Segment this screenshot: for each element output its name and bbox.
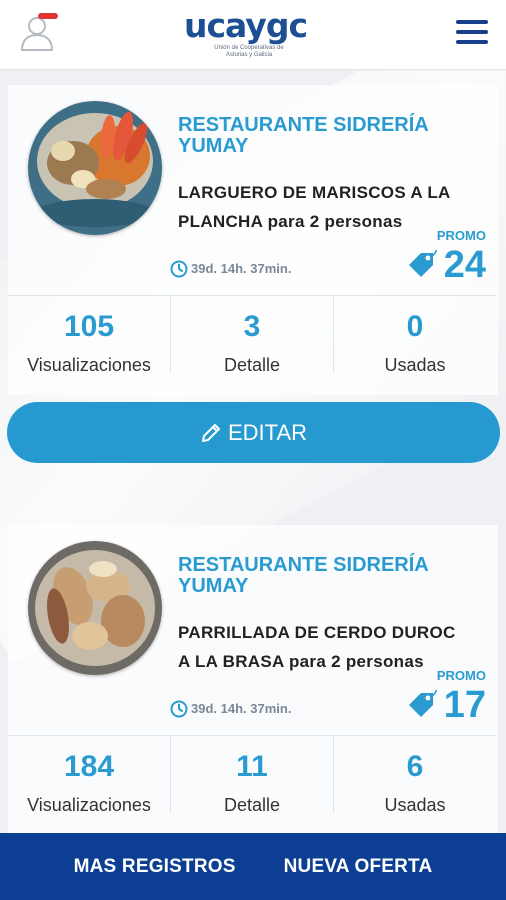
edit-button-label: EDITAR <box>227 419 308 445</box>
notification-badge <box>38 13 58 19</box>
restaurant-name: RESTAURANTE SIDRERÍA YUMAY <box>178 114 429 157</box>
stat-detail: 3 Detalle <box>171 296 334 375</box>
dish-image-seafood <box>28 101 162 235</box>
stat-value: 11 <box>236 750 268 783</box>
stat-label: Detalle <box>223 795 281 815</box>
dish-image-grill <box>28 541 162 675</box>
stat-label: Detalle <box>223 355 281 375</box>
promo-label: PROMO <box>436 668 486 683</box>
logo-subtitle: Unión de Cooperativas de Asturias y Gali… <box>214 45 284 58</box>
restaurant-name: RESTAURANTE SIDRERÍA YUMAY <box>178 554 429 597</box>
pencil-icon <box>201 423 220 442</box>
promo-label: PROMO <box>436 228 486 243</box>
stat-label: Visualizaciones <box>27 355 151 375</box>
promo-count: 17 <box>406 685 486 725</box>
stat-detail: 11 Detalle <box>171 736 334 815</box>
user-icon[interactable] <box>20 14 54 52</box>
stats-row: 184 Visualizaciones 11 Detalle 6 Usadas <box>8 735 496 815</box>
clock-icon <box>170 700 188 718</box>
offers-feed: RESTAURANTE SIDRERÍA YUMAY LARGUERO DE M… <box>0 71 506 833</box>
stat-label: Visualizaciones <box>27 795 151 815</box>
stat-used: 0 Usadas <box>334 296 496 375</box>
countdown-text: 39d. 14h. 37min. <box>191 701 292 716</box>
more-records-button[interactable]: MAS REGISTROS <box>50 856 260 878</box>
stat-views: 184 Visualizaciones <box>8 736 171 815</box>
countdown-text: 39d. 14h. 37min. <box>191 261 292 276</box>
stat-value: 184 <box>63 750 115 783</box>
stat-value: 105 <box>63 310 115 343</box>
promo-count: 24 <box>406 245 486 285</box>
logo: ucaygc Unión de Cooperativas de Asturias… <box>184 8 326 62</box>
tag-icon <box>408 690 437 717</box>
stat-value: 0 <box>406 310 424 343</box>
logo-text: ucaygc <box>184 6 308 45</box>
offer-title: PARRILLADA DE CERDO DUROC A LA BRASA par… <box>178 623 456 671</box>
bottom-action-bar: MAS REGISTROS NUEVA OFERTA <box>0 833 506 900</box>
edit-button[interactable]: EDITAR <box>7 402 500 463</box>
stats-row: 105 Visualizaciones 3 Detalle 0 Usadas <box>8 295 496 375</box>
countdown: 39d. 14h. 37min. <box>170 699 291 719</box>
tag-icon <box>408 250 437 277</box>
app-header: ucaygc Unión de Cooperativas de Asturias… <box>0 0 506 70</box>
clock-icon <box>170 260 188 278</box>
stat-views: 105 Visualizaciones <box>8 296 171 375</box>
stat-label: Usadas <box>384 355 446 375</box>
countdown: 39d. 14h. 37min. <box>170 259 291 279</box>
hamburger-menu-icon[interactable] <box>456 20 488 48</box>
stat-value: 6 <box>406 750 424 783</box>
stat-used: 6 Usadas <box>334 736 496 815</box>
stat-label: Usadas <box>384 795 446 815</box>
new-offer-button[interactable]: NUEVA OFERTA <box>260 856 457 878</box>
promo-value: 17 <box>443 684 486 726</box>
promo-value: 24 <box>443 244 486 286</box>
stat-value: 3 <box>243 310 261 343</box>
